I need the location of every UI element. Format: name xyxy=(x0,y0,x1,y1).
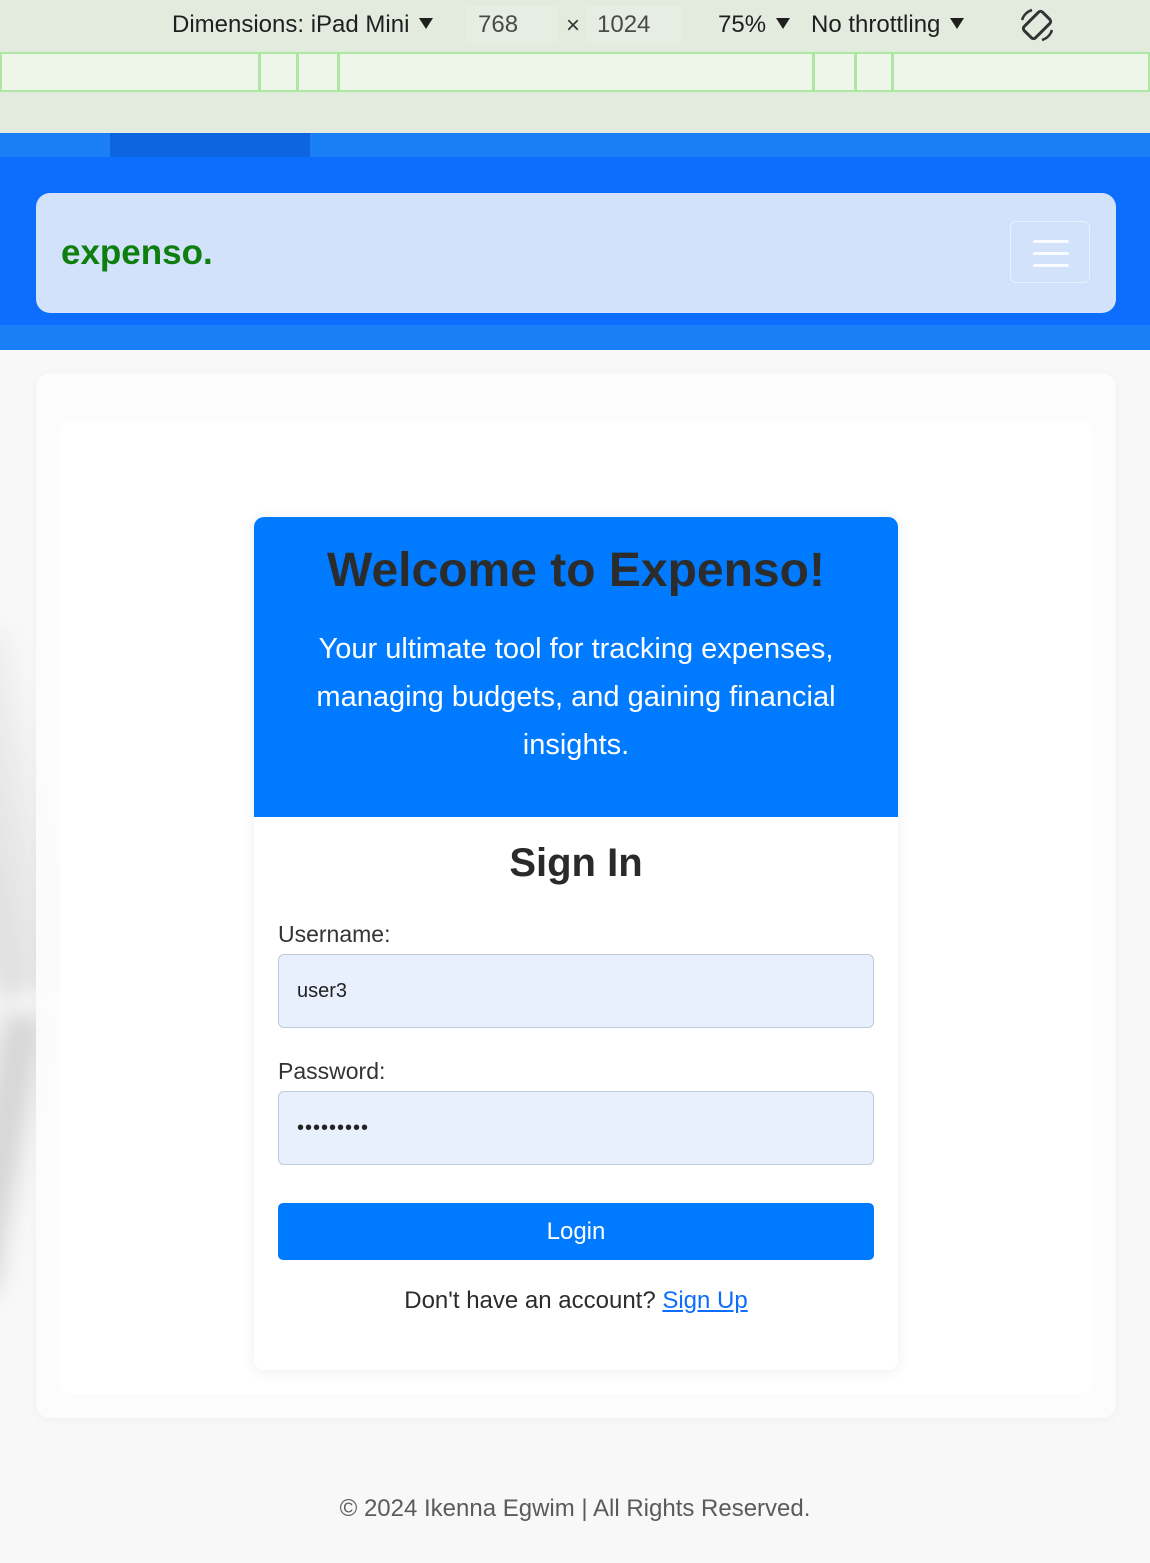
signin-title: Sign In xyxy=(509,841,643,885)
header-band: expenso. xyxy=(0,133,1150,350)
signup-link[interactable]: Sign Up xyxy=(662,1287,747,1314)
caret-down-icon xyxy=(950,17,965,29)
width-value: 768 xyxy=(478,11,519,38)
menu-toggle-button[interactable] xyxy=(1010,221,1090,283)
rotate-icon[interactable] xyxy=(1018,6,1056,44)
content-card: Welcome to Expenso! Your ultimate tool f… xyxy=(60,421,1092,1394)
height-input[interactable]: 1024 xyxy=(585,6,681,44)
signup-prompt: Don't have an account? xyxy=(404,1287,663,1314)
device-toolbar-row: Dimensions: iPad Mini 768 × 1024 75% No … xyxy=(0,0,1150,52)
devtools-device-toolbar: Dimensions: iPad Mini 768 × 1024 75% No … xyxy=(0,0,1150,133)
width-input[interactable]: 768 xyxy=(466,6,558,44)
dimensions-label: Dimensions: iPad Mini xyxy=(172,11,410,38)
header-accent xyxy=(110,133,310,157)
welcome-banner: Welcome to Expenso! Your ultimate tool f… xyxy=(254,517,898,817)
main-container: Welcome to Expenso! Your ultimate tool f… xyxy=(36,373,1116,1418)
height-value: 1024 xyxy=(597,11,651,38)
brand-logo[interactable]: expenso. xyxy=(61,233,213,273)
media-query-marker[interactable] xyxy=(854,54,857,90)
login-card: Welcome to Expenso! Your ultimate tool f… xyxy=(254,517,898,1370)
times-icon: × xyxy=(566,12,581,39)
throttling-dropdown[interactable]: No throttling xyxy=(811,11,965,39)
password-field[interactable] xyxy=(278,1091,874,1165)
media-query-marker[interactable] xyxy=(296,54,299,90)
hamburger-icon xyxy=(1033,264,1069,267)
username-label: Username: xyxy=(278,921,391,947)
login-button[interactable]: Login xyxy=(278,1203,874,1260)
hamburger-icon xyxy=(1033,240,1069,243)
page-viewport: expenso. Welcome to Expenso! Your ultima… xyxy=(0,133,1150,1563)
media-query-marker[interactable] xyxy=(258,54,261,90)
media-query-bar[interactable] xyxy=(0,52,1150,92)
username-field[interactable] xyxy=(278,954,874,1028)
media-query-marker[interactable] xyxy=(812,54,815,90)
hamburger-icon xyxy=(1033,252,1069,255)
zoom-dropdown[interactable]: 75% xyxy=(718,11,791,39)
signup-prompt-row: Don't have an account? Sign Up xyxy=(254,1287,898,1315)
caret-down-icon xyxy=(419,17,434,29)
media-query-marker[interactable] xyxy=(337,54,340,90)
password-label: Password: xyxy=(278,1058,386,1084)
navbar: expenso. xyxy=(36,193,1116,313)
caret-down-icon xyxy=(776,17,791,29)
footer-copyright: © 2024 Ikenna Egwim | All Rights Reserve… xyxy=(339,1495,811,1522)
media-query-marker[interactable] xyxy=(891,54,894,90)
welcome-subtitle: Your ultimate tool for tracking expenses… xyxy=(316,633,836,761)
zoom-label: 75% xyxy=(718,11,767,38)
welcome-title: Welcome to Expenso! xyxy=(327,544,825,597)
dimensions-dropdown[interactable]: Dimensions: iPad Mini xyxy=(172,11,434,39)
throttling-label: No throttling xyxy=(811,11,941,38)
footer: © 2024 Ikenna Egwim | All Rights Reserve… xyxy=(0,1495,1150,1523)
